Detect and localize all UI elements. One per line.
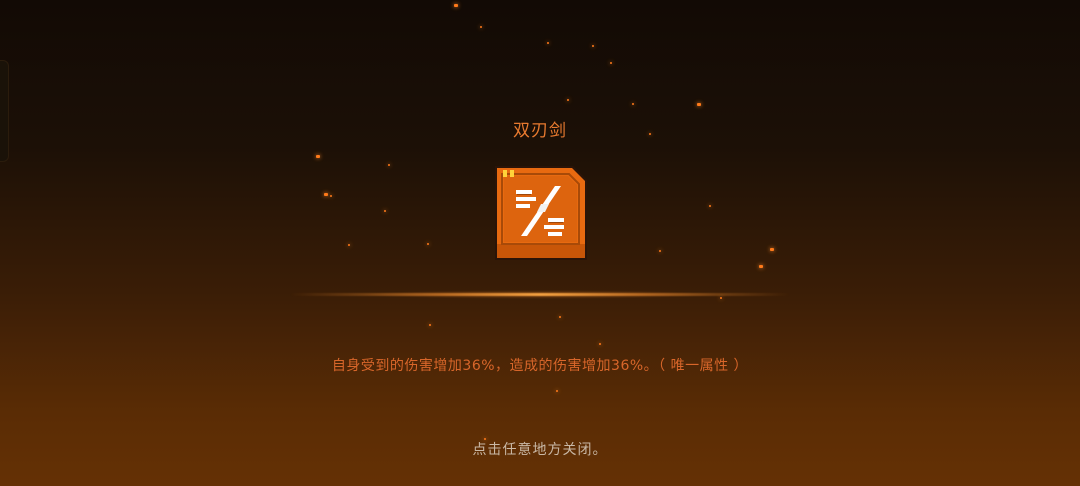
item-detail-overlay[interactable]: 双刃剑 自身受到的伤害增加36%，造成的伤害增加36%。（ 唯一属性 ） 点击任…	[0, 0, 1080, 486]
item-name: 双刃剑	[513, 121, 567, 141]
close-hint[interactable]: 点击任意地方关闭。	[0, 439, 1080, 459]
dual-blade-icon	[495, 166, 587, 260]
ember-particle	[388, 164, 390, 166]
ember-particle	[610, 62, 612, 64]
side-panel-handle[interactable]	[0, 60, 9, 162]
ember-particle	[759, 265, 763, 268]
ember-particle	[599, 343, 601, 345]
ember-particle	[709, 205, 711, 207]
ember-particle	[547, 42, 549, 44]
item-card	[491, 164, 589, 262]
ember-particle	[720, 297, 722, 299]
ember-particle	[556, 390, 558, 392]
ember-particle	[429, 324, 431, 326]
ember-particle	[348, 244, 350, 246]
ember-particle	[697, 103, 701, 106]
ember-particle	[316, 155, 320, 158]
ember-particle	[384, 210, 386, 212]
divider-line	[290, 293, 790, 296]
ember-particle	[454, 4, 458, 7]
ember-particle	[480, 26, 482, 28]
ember-particle	[559, 316, 561, 318]
ember-particle	[659, 250, 661, 252]
item-description: 自身受到的伤害增加36%，造成的伤害增加36%。（ 唯一属性 ）	[331, 358, 749, 374]
ember-particle	[324, 193, 328, 196]
ember-particle	[770, 248, 774, 251]
ember-particle	[330, 195, 332, 197]
ember-particle	[567, 99, 569, 101]
ember-particle	[632, 103, 634, 105]
ember-particle	[427, 243, 429, 245]
ember-particle	[592, 45, 594, 47]
